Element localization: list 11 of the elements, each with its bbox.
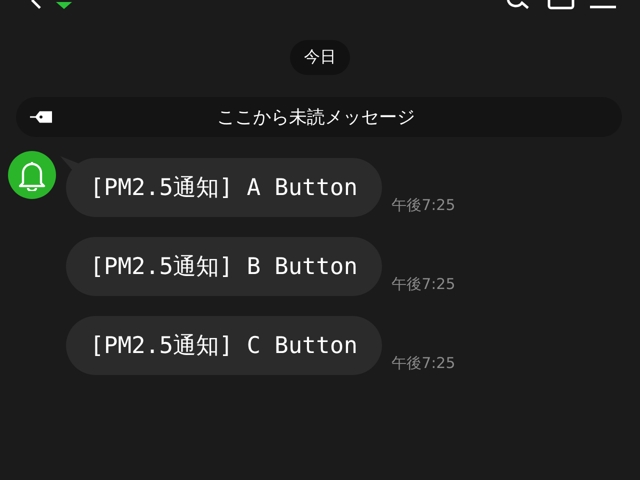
message-time: 午後7:25	[392, 354, 456, 373]
message-time: 午後7:25	[392, 275, 456, 294]
menu-icon[interactable]	[588, 4, 618, 10]
message-time: 午後7:25	[392, 196, 456, 215]
bell-icon	[17, 159, 47, 191]
tag-icon	[30, 111, 52, 123]
date-chip: 今日	[290, 40, 350, 75]
bell-avatar[interactable]	[8, 151, 56, 199]
message-bubble: [PM2.5通知] B Button	[66, 237, 382, 296]
unread-label: ここから未読メッセージ	[216, 106, 416, 129]
message-bubble: [PM2.5通知] C Button	[66, 316, 382, 375]
